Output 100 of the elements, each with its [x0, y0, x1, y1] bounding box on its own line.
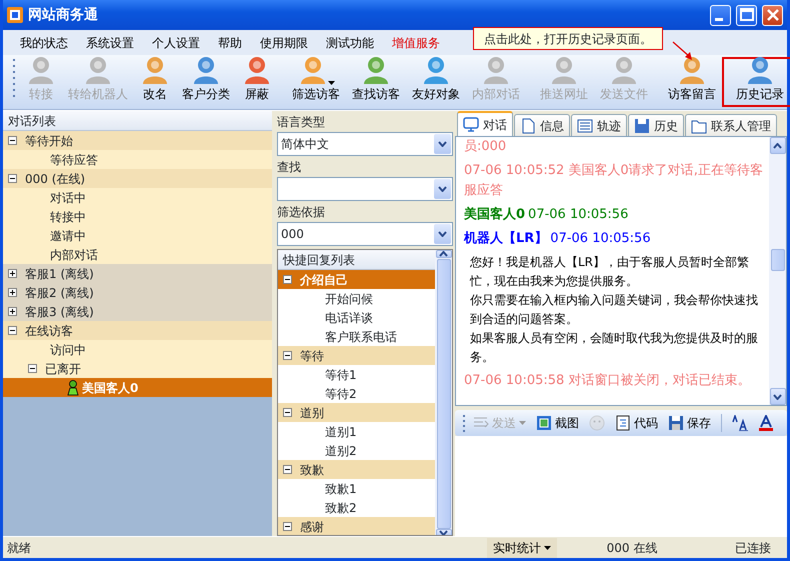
collapse-icon[interactable] — [28, 364, 37, 373]
dropdown-field[interactable] — [277, 177, 453, 201]
tree-item[interactable]: 在线访客 — [3, 321, 272, 340]
toolbar-button[interactable]: 友好对象 — [406, 57, 466, 107]
toolbar-button[interactable]: 访客留言 — [662, 57, 722, 107]
tree-item[interactable]: 对话中 — [3, 188, 272, 207]
menu-item[interactable]: 测试功能 — [317, 32, 383, 54]
tab[interactable]: 历史 — [628, 114, 684, 136]
tab[interactable]: 对话 — [457, 111, 513, 136]
person-icon — [745, 55, 775, 85]
person-icon — [83, 55, 113, 85]
toolbar-button[interactable]: 历史记录 — [722, 57, 790, 107]
caret-icon — [544, 546, 551, 550]
scrollbar[interactable] — [435, 250, 452, 535]
collapse-icon[interactable] — [283, 275, 292, 284]
person-icon — [609, 55, 639, 85]
status-text: 就绪 — [6, 540, 32, 556]
menu-item[interactable]: 我的状态 — [11, 32, 77, 54]
person-icon — [26, 55, 56, 85]
collapse-icon[interactable] — [283, 408, 292, 417]
tree-item[interactable]: 邀请中 — [3, 226, 272, 245]
person-icon — [67, 380, 79, 396]
toolbar-button[interactable]: 客户分类 — [176, 57, 236, 107]
online-count: 000 在线 — [606, 540, 658, 556]
tab[interactable]: 联系人管理 — [685, 114, 777, 136]
tree-item[interactable]: 等待 — [278, 346, 435, 365]
font-size-button[interactable] — [730, 415, 750, 431]
sender-name: 机器人【LR】 — [464, 231, 548, 246]
message-text: 您好！我是机器人【LR】，由于客服人员暂时全部繁忙，现在由我来为您提供服务。 — [470, 254, 750, 290]
tree-item[interactable]: 客服1 (离线) — [3, 264, 272, 283]
screenshot-icon — [536, 415, 552, 431]
tree-item[interactable]: 访问中 — [3, 340, 272, 359]
menu-item[interactable]: 系统设置 — [77, 32, 143, 54]
toolbar-button[interactable]: 屏蔽 — [236, 57, 278, 107]
person-icon — [481, 55, 511, 85]
person-icon — [242, 55, 272, 85]
toolbar-button[interactable]: 截图 — [534, 414, 581, 432]
scroll-thumb[interactable] — [436, 259, 450, 529]
chevron-down-icon — [773, 394, 782, 400]
app-icon — [7, 7, 23, 23]
collapse-icon[interactable] — [283, 522, 292, 531]
maximize-button[interactable] — [736, 4, 757, 26]
toolbar-button[interactable]: 改名 — [134, 57, 176, 107]
message-input[interactable] — [455, 436, 787, 536]
close-button[interactable] — [762, 4, 783, 26]
maximize-icon — [738, 6, 756, 24]
tree-item[interactable]: 感谢 — [278, 517, 435, 535]
font-color-icon — [758, 415, 774, 431]
collapse-icon[interactable] — [8, 174, 17, 183]
callout-tooltip: 点击此处，打开历史记录页面。 — [473, 27, 663, 50]
toolbar-button[interactable]: 代码 — [613, 414, 660, 432]
menu-item[interactable]: 个人设置 — [143, 32, 209, 54]
expand-icon[interactable] — [8, 269, 17, 278]
message-text: 如果客服人员有空闲，会随时取代我为您提供及时的服务。 — [470, 330, 759, 366]
tree-item[interactable]: 转接中 — [3, 207, 272, 226]
window-title: 网站商务通 — [28, 6, 98, 24]
tree-item[interactable]: 已离开 — [3, 359, 272, 378]
collapse-icon[interactable] — [283, 351, 292, 360]
tree-item[interactable]: 客服2 (离线) — [3, 283, 272, 302]
chevron-down-icon — [438, 141, 447, 147]
person-icon — [140, 55, 170, 85]
menu-item[interactable]: 帮助 — [209, 32, 251, 54]
collapse-icon[interactable] — [8, 326, 17, 335]
panel-title: 对话列表 — [3, 111, 272, 131]
tree-item[interactable]: 等待应答 — [3, 150, 272, 169]
collapse-icon[interactable] — [283, 465, 292, 474]
field-label: 语言类型 — [277, 114, 326, 131]
tree-item[interactable]: 等待开始 — [3, 131, 272, 150]
code-icon — [615, 415, 631, 431]
sender-name: 美国客人0 — [464, 207, 526, 222]
message-text: 你只需要在输入框内输入问题关键词，我会帮你快速找到合适的问题答案。 — [470, 292, 759, 328]
tree-item[interactable]: 000 (在线) — [3, 169, 272, 188]
menu-item[interactable]: 增值服务 — [383, 32, 449, 54]
chevron-up-icon — [439, 251, 448, 257]
toolbar-button[interactable]: 保存 — [666, 414, 713, 432]
expand-icon[interactable] — [8, 307, 17, 316]
dropdown-field[interactable]: 简体中文 — [277, 132, 453, 156]
stats-dropdown[interactable]: 实时统计 — [487, 538, 557, 558]
tree-item[interactable]: 致歉 — [278, 460, 435, 479]
tree-item[interactable]: 内部对话 — [3, 245, 272, 264]
person-icon — [361, 55, 391, 85]
collapse-icon[interactable] — [8, 136, 17, 145]
scrollbar[interactable] — [769, 137, 786, 405]
caret-icon — [519, 421, 526, 425]
expand-icon[interactable] — [8, 288, 17, 297]
font-color-button[interactable] — [756, 415, 776, 431]
toolbar-button[interactable]: 查找访客 — [346, 57, 406, 107]
scroll-thumb[interactable] — [770, 249, 784, 271]
system-message: 07-06 10:05:52 美国客人0请求了对话,正在等待客服应答 — [464, 162, 764, 200]
tab[interactable]: 信息 — [514, 114, 570, 136]
minimize-button[interactable] — [710, 4, 731, 26]
tree-item[interactable]: 客服3 (离线) — [3, 302, 272, 321]
tree-item[interactable]: 道别 — [278, 403, 435, 422]
toolbar-button[interactable]: 筛选访客 — [286, 57, 346, 107]
dropdown-field[interactable]: 000 — [277, 222, 453, 246]
message-time: 07-06 10:05:56 — [550, 231, 651, 246]
field-label: 查找 — [277, 159, 302, 176]
tab[interactable]: 轨迹 — [571, 114, 627, 136]
person-icon — [191, 55, 221, 85]
menu-item[interactable]: 使用期限 — [251, 32, 317, 54]
